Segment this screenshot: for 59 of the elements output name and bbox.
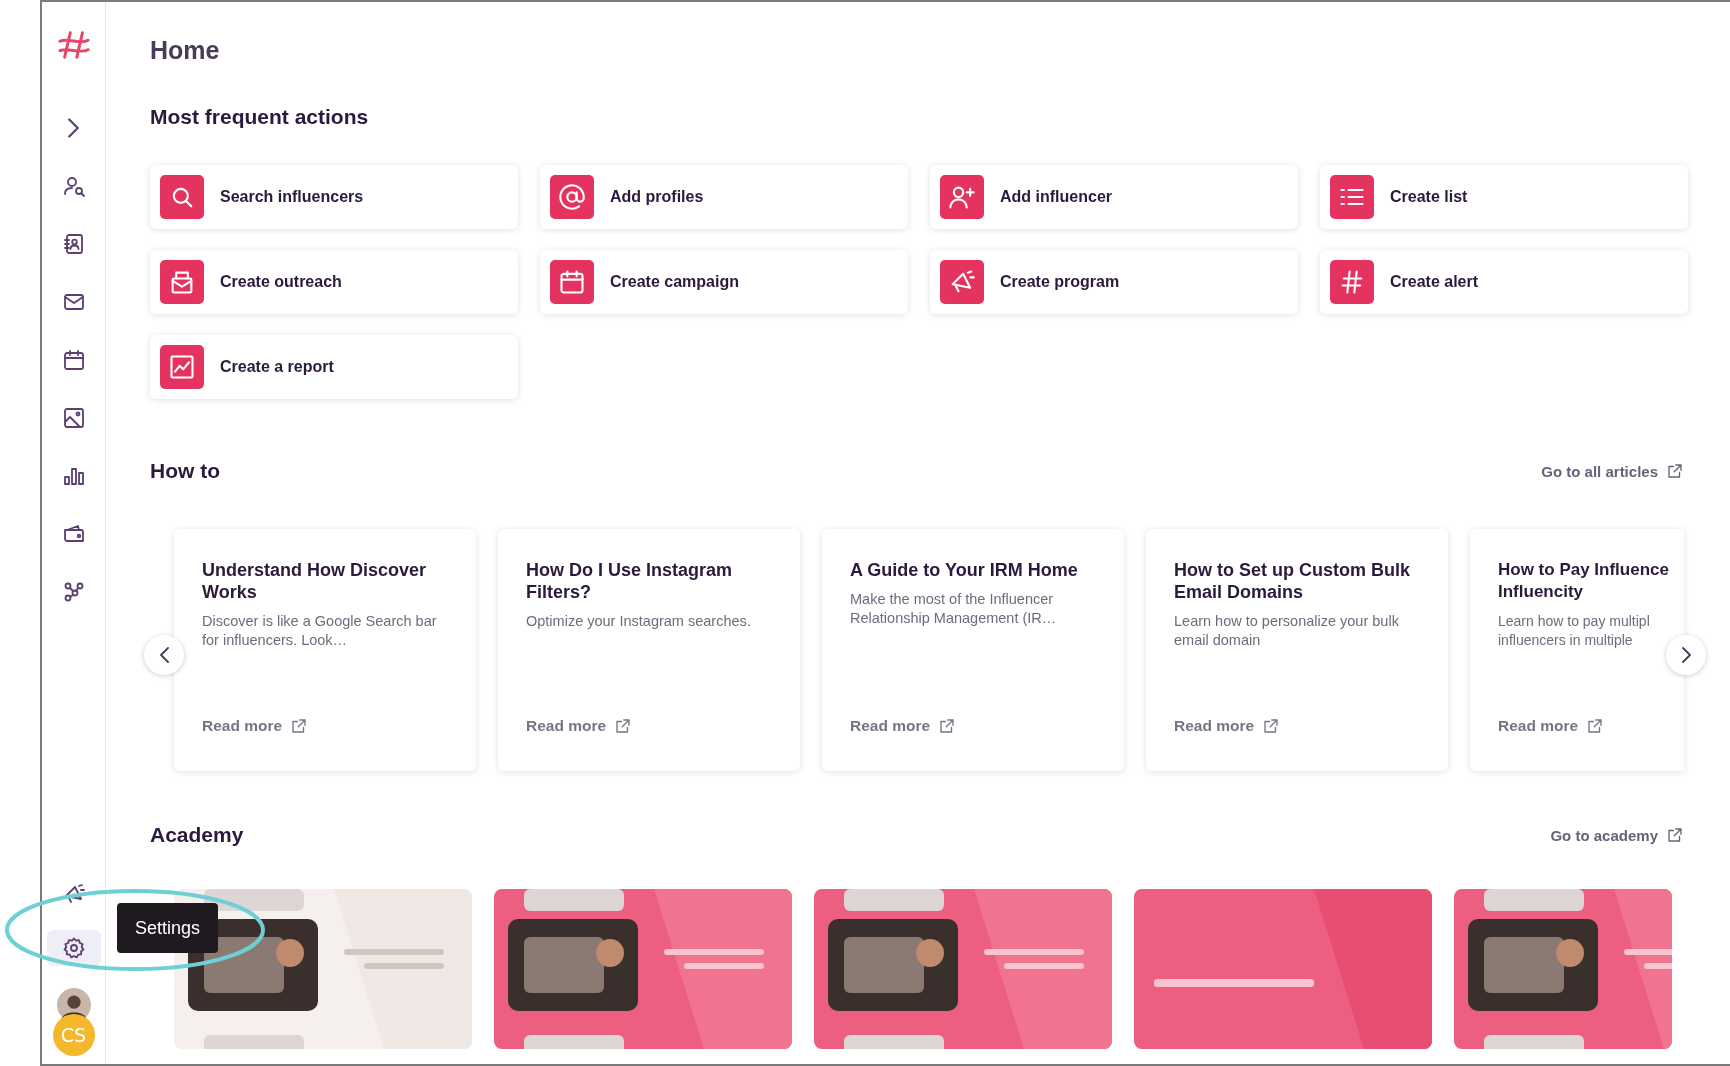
read-more-link[interactable]: Read more bbox=[850, 717, 957, 735]
action-card[interactable]: Add profiles bbox=[540, 165, 908, 229]
external-link-icon bbox=[1666, 826, 1684, 844]
action-label: Create outreach bbox=[220, 273, 342, 291]
section-title: Most frequent actions bbox=[150, 105, 370, 129]
action-label: Create alert bbox=[1390, 273, 1479, 291]
external-link-icon bbox=[1586, 717, 1605, 735]
section-title: How to bbox=[150, 459, 220, 483]
person-search-icon bbox=[61, 174, 86, 198]
action-card[interactable]: Create list bbox=[1320, 165, 1688, 229]
logo-icon[interactable] bbox=[56, 30, 91, 60]
at-sign-icon bbox=[558, 183, 586, 211]
next-button[interactable] bbox=[1666, 635, 1706, 675]
section-link[interactable]: Go to all articles bbox=[1541, 462, 1684, 480]
action-card[interactable]: Search influencers bbox=[150, 165, 518, 229]
article-title: How to Pay Influence Influencity bbox=[1498, 559, 1670, 603]
external-link-icon bbox=[1666, 462, 1684, 480]
article-title: A Guide to Your IRM Home bbox=[850, 559, 1079, 581]
action-label: Create list bbox=[1390, 188, 1468, 206]
action-card[interactable]: Add influencer bbox=[930, 165, 1298, 229]
section-title: Academy bbox=[150, 823, 244, 847]
article-title: How Do I Use Instagram Filters? bbox=[526, 559, 734, 603]
article-summary: Optimize your Instagram searches. bbox=[526, 612, 752, 631]
action-card[interactable]: Create outreach bbox=[150, 250, 518, 314]
page-title: Home bbox=[150, 36, 221, 65]
action-label: Create a report bbox=[220, 358, 334, 376]
external-link-icon bbox=[938, 717, 957, 735]
article-summary: Learn how to pay multipl influencers in multiple bbox=[1498, 612, 1651, 650]
calendar-icon bbox=[61, 348, 86, 372]
action-label: Search influencers bbox=[220, 188, 364, 206]
article-summary: Discover is like a Google Search bar for influencers. Look… bbox=[202, 612, 438, 650]
action-label: Add profiles bbox=[610, 188, 704, 206]
address-book-icon bbox=[61, 232, 86, 256]
settings-icon bbox=[61, 936, 86, 960]
external-link-icon bbox=[1262, 717, 1281, 735]
action-label: Add influencer bbox=[1000, 188, 1112, 206]
calendar-icon bbox=[558, 268, 586, 296]
action-label: Create campaign bbox=[610, 273, 739, 291]
read-more-link[interactable]: Read more bbox=[1174, 717, 1281, 735]
previous-button[interactable] bbox=[144, 635, 184, 675]
action-card[interactable]: Create campaign bbox=[540, 250, 908, 314]
image-icon bbox=[61, 406, 86, 430]
action-card[interactable]: Create program bbox=[930, 250, 1298, 314]
article-title: How to Set up Custom Bulk Email Domains bbox=[1174, 559, 1411, 603]
action-card[interactable]: Create alert bbox=[1320, 250, 1688, 314]
article-title: Understand How Discover Works bbox=[202, 559, 428, 603]
external-link-icon bbox=[614, 717, 633, 735]
read-more-link[interactable]: Read more bbox=[526, 717, 633, 735]
article-summary: Make the most of the Influencer Relationship Management (IR… bbox=[850, 590, 1058, 628]
read-more-link[interactable]: Read more bbox=[202, 717, 309, 735]
action-card[interactable]: Create a report bbox=[150, 335, 518, 399]
section-link[interactable]: Go to academy bbox=[1550, 826, 1684, 844]
action-label: Create program bbox=[1000, 273, 1120, 291]
settings-tooltip: Settings bbox=[117, 903, 218, 953]
line-chart-icon bbox=[168, 353, 196, 381]
article-summary: Learn how to personalize your bulk email domain bbox=[1174, 612, 1400, 650]
nav-item[interactable] bbox=[46, 930, 101, 966]
external-link-icon bbox=[290, 717, 309, 735]
read-more-link[interactable]: Read more bbox=[1498, 717, 1605, 735]
